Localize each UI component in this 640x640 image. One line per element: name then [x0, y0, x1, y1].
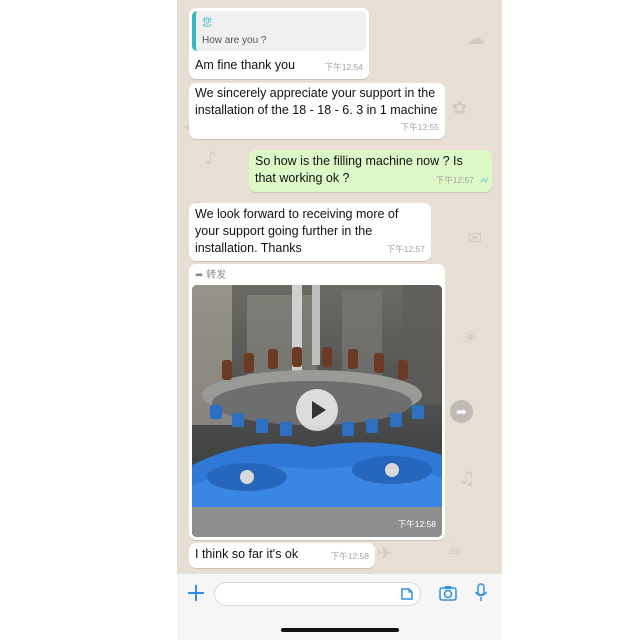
plus-icon[interactable]	[185, 580, 207, 606]
forward-icon: ➦	[456, 404, 467, 419]
wallpaper-doodle: ✈	[377, 543, 393, 564]
message-incoming[interactable]: We look forward to receiving more of you…	[189, 203, 431, 261]
message-time: 下午12:54	[324, 62, 363, 72]
wallpaper-doodle: ♪	[205, 148, 217, 169]
microphone-icon[interactable]	[474, 583, 488, 603]
home-indicator	[281, 628, 399, 632]
message-text: We sincerely appreciate your support in …	[195, 86, 438, 117]
quoted-sender: 您	[202, 18, 212, 29]
forwarded-label-row: ➦ 转发	[195, 267, 226, 284]
wallpaper-doodle: ☁	[467, 28, 485, 49]
message-time: 下午12:58	[330, 551, 369, 561]
wallpaper-doodle: ☕	[447, 538, 464, 559]
message-incoming[interactable]: I think so far it's ok 下午12:58	[189, 543, 375, 568]
sticker-icon[interactable]	[400, 587, 414, 601]
forwarded-label: 转发	[206, 270, 227, 281]
message-input[interactable]	[214, 582, 421, 606]
message-incoming[interactable]: 您 How are you ? Am fine thank you 下午12:5…	[189, 8, 369, 79]
message-incoming[interactable]: We sincerely appreciate your support in …	[189, 83, 445, 139]
message-forwarded-video[interactable]: ➦ 转发 下午12:58	[189, 264, 445, 540]
camera-icon[interactable]	[439, 585, 457, 601]
forward-icon: ➦	[195, 270, 204, 281]
forward-button[interactable]: ➦	[450, 400, 473, 423]
double-check-icon: ✓✓	[479, 176, 491, 185]
composer-bar	[177, 573, 502, 640]
video-thumbnail[interactable]: 下午12:58	[192, 285, 442, 537]
message-time: 下午12:57	[386, 244, 425, 254]
quoted-text: How are you ?	[202, 35, 267, 46]
play-icon[interactable]	[296, 389, 338, 431]
wallpaper-doodle: ✿	[452, 98, 468, 119]
message-outgoing[interactable]: So how is the filling machine now ? Is t…	[249, 150, 492, 192]
wallpaper-doodle: ♫	[459, 468, 476, 489]
quoted-message[interactable]: 您 How are you ?	[192, 11, 366, 51]
wallpaper-doodle: ☀	[462, 328, 479, 349]
message-time: 下午12:57	[435, 175, 474, 185]
message-time: 下午12:55	[400, 122, 439, 132]
video-time: 下午12:58	[397, 519, 436, 529]
message-text: Am fine thank you	[195, 58, 296, 72]
wallpaper-doodle: ✉	[467, 228, 483, 249]
chat-screen: ☺ ♪ ☁ ✿ ☂ ✉ ☀ ♫ ✈ ☕ ✦ 您 How are you ? Am…	[177, 0, 502, 640]
